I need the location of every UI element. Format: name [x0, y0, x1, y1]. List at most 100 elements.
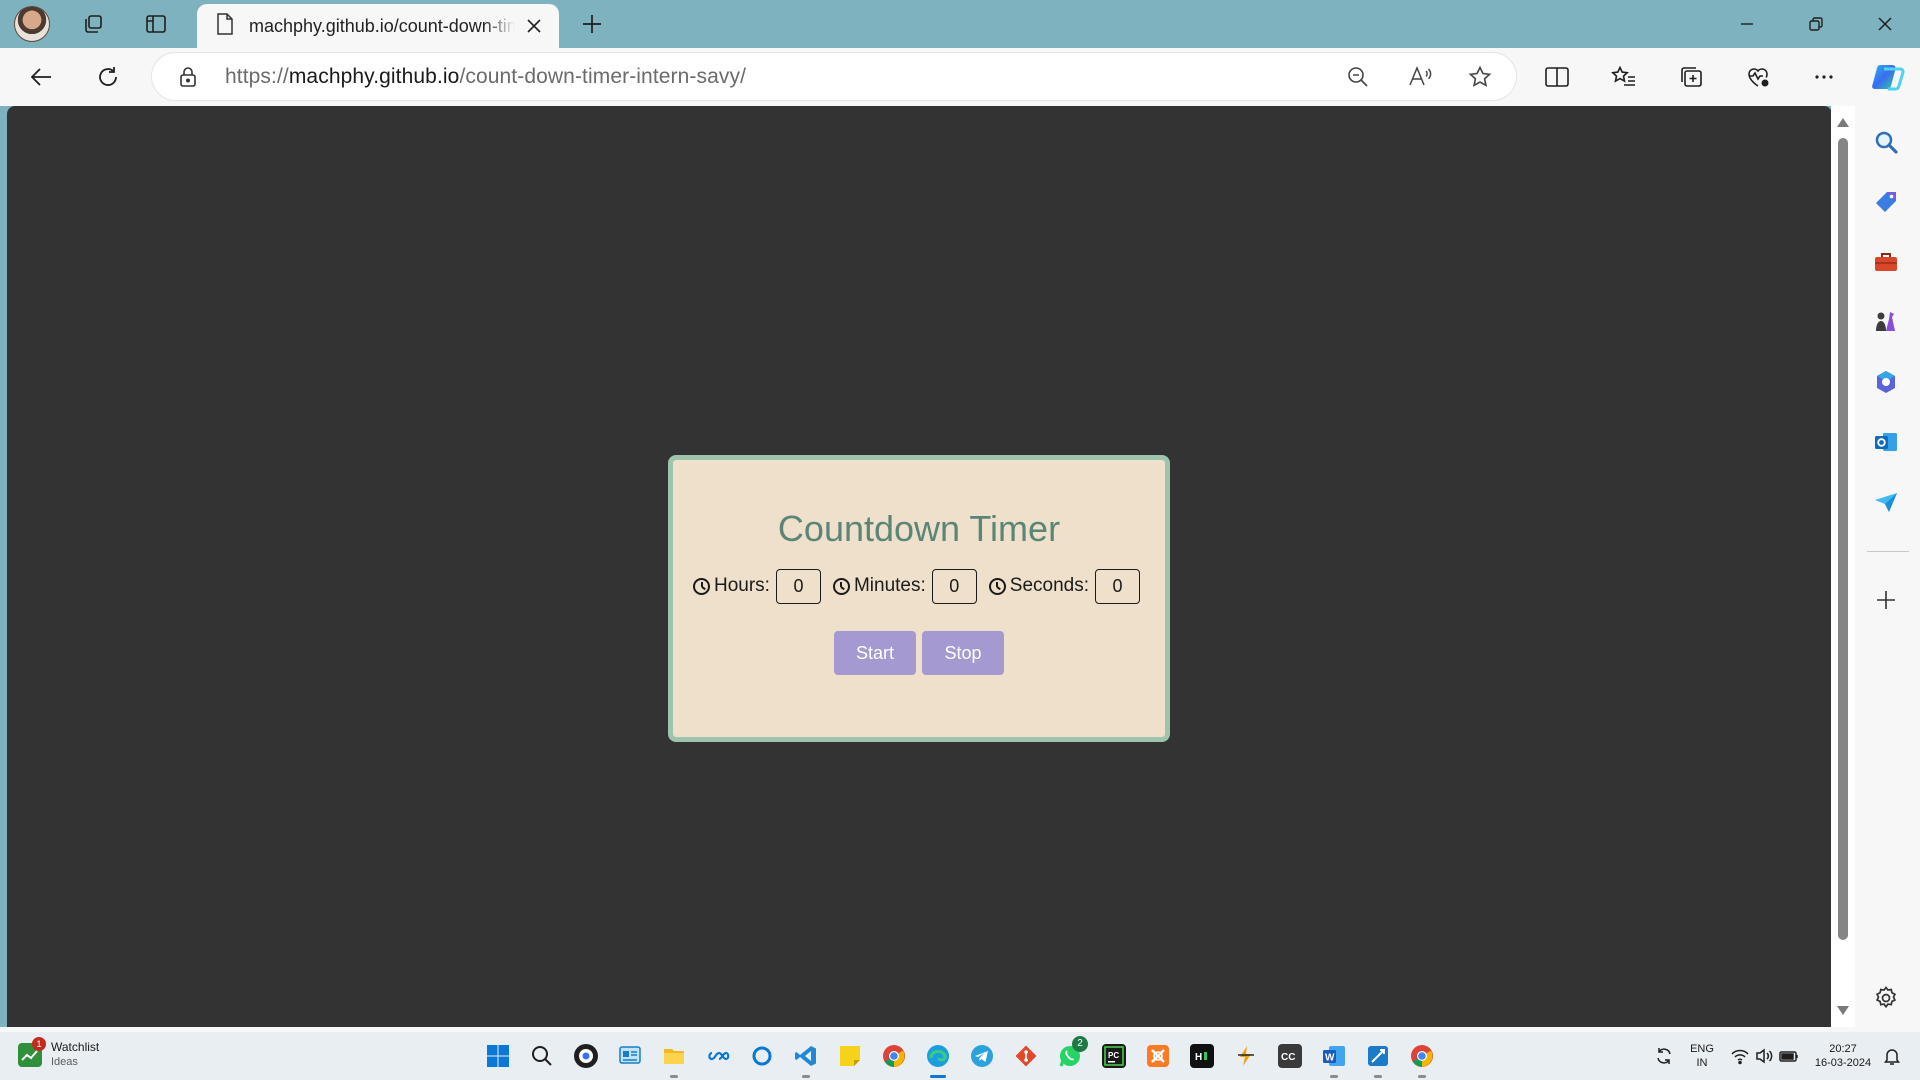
- svg-text:PC: PC: [1108, 1051, 1119, 1060]
- clock-icon: [693, 577, 710, 595]
- sidebar-divider: [1867, 551, 1909, 552]
- restore-button[interactable]: [1781, 0, 1851, 48]
- shopping-tag-icon[interactable]: [1870, 186, 1902, 218]
- running-indicator: [1330, 1075, 1338, 1078]
- page-title: Countdown Timer: [777, 508, 1061, 549]
- browser-title-bar: machphy.github.io/count-down-timer-inter…: [0, 0, 1920, 48]
- vertical-scrollbar[interactable]: [1831, 106, 1855, 1027]
- capcut-icon[interactable]: CC: [1278, 1044, 1302, 1068]
- clock[interactable]: 20:27 16-03-2024: [1808, 1042, 1878, 1070]
- hours-label: Hours:: [714, 575, 770, 596]
- timer-controls: Start Stop: [673, 631, 1165, 675]
- copilot-taskbar-icon[interactable]: [574, 1044, 598, 1068]
- timer-card: Countdown Timer Hours: Minutes: Seconds:…: [668, 455, 1170, 742]
- sidebar-settings-icon[interactable]: [1870, 982, 1902, 1014]
- lightning-app-icon[interactable]: [1234, 1044, 1258, 1068]
- minutes-input[interactable]: [931, 568, 977, 604]
- notification-bell-icon[interactable]: [1882, 1046, 1902, 1066]
- microsoft-365-icon[interactable]: [1870, 366, 1902, 398]
- file-explorer-icon[interactable]: [662, 1044, 686, 1068]
- more-options-icon[interactable]: [1806, 59, 1842, 95]
- scroll-down-arrow-icon[interactable]: [1837, 1006, 1849, 1015]
- running-indicator: [670, 1075, 678, 1078]
- search-icon[interactable]: [1870, 126, 1902, 158]
- active-app-indicator: [930, 1075, 946, 1078]
- whatsapp-icon[interactable]: 2: [1058, 1036, 1088, 1068]
- edge-icon[interactable]: [926, 1044, 950, 1068]
- seconds-label: Seconds:: [1009, 575, 1090, 596]
- pycharm-icon[interactable]: PC: [1102, 1044, 1126, 1068]
- svg-text:CC: CC: [1281, 1052, 1295, 1063]
- cortana-ring-icon[interactable]: [750, 1044, 774, 1068]
- chrome-icon[interactable]: [882, 1044, 906, 1068]
- seconds-input[interactable]: [1095, 568, 1141, 604]
- games-chess-icon[interactable]: [1870, 306, 1902, 338]
- time-fields: Hours: Minutes: Seconds:: [693, 568, 1152, 604]
- copilot-icon[interactable]: [1868, 57, 1908, 97]
- clock-icon: [832, 577, 850, 595]
- split-screen-icon[interactable]: [1539, 59, 1575, 95]
- zoom-out-icon[interactable]: [1342, 61, 1374, 93]
- scrollbar-thumb[interactable]: [1838, 138, 1848, 940]
- snipping-tool-icon[interactable]: [1366, 1044, 1390, 1068]
- back-button[interactable]: [24, 59, 60, 95]
- close-window-button[interactable]: [1850, 0, 1920, 48]
- url-path: /count-down-timer-intern-savy/: [459, 65, 747, 88]
- url-text[interactable]: https://machphy.github.io/count-down-tim…: [225, 65, 746, 89]
- widget-title: Watchlist: [51, 1040, 100, 1054]
- clock-time: 20:27: [1829, 1043, 1857, 1055]
- start-button[interactable]: Start: [834, 631, 916, 675]
- language-indicator[interactable]: ENG IN: [1690, 1042, 1714, 1070]
- language-code: ENG: [1690, 1043, 1714, 1055]
- refresh-button[interactable]: [90, 59, 126, 95]
- tools-briefcase-icon[interactable]: [1870, 246, 1902, 278]
- page-icon: [215, 12, 235, 40]
- task-view-icon[interactable]: [618, 1044, 642, 1068]
- active-tab[interactable]: machphy.github.io/count-down-timer-inter…: [197, 4, 559, 48]
- battery-icon[interactable]: [1778, 1046, 1800, 1066]
- word-icon[interactable]: W: [1322, 1044, 1346, 1068]
- drop-send-icon[interactable]: [1870, 486, 1902, 518]
- vertical-tabs-icon[interactable]: [138, 6, 174, 42]
- git-icon[interactable]: [1014, 1044, 1038, 1068]
- taskbar-search-icon[interactable]: [530, 1044, 554, 1068]
- svg-text:W: W: [1325, 1053, 1335, 1064]
- running-indicator: [1418, 1075, 1426, 1078]
- scroll-up-arrow-icon[interactable]: [1837, 118, 1849, 127]
- windows-start-icon[interactable]: [486, 1044, 510, 1068]
- favorite-star-icon[interactable]: [1464, 61, 1496, 93]
- wifi-icon[interactable]: [1730, 1046, 1750, 1066]
- widget-subtitle: Ideas: [51, 1056, 78, 1068]
- lock-icon[interactable]: [178, 65, 198, 94]
- workspaces-icon[interactable]: [75, 6, 111, 42]
- minimize-button[interactable]: [1712, 0, 1782, 48]
- hackerrank-icon[interactable]: H: [1190, 1044, 1214, 1068]
- whatsapp-badge: 2: [1072, 1036, 1088, 1052]
- meta-infinity-icon[interactable]: [706, 1044, 730, 1068]
- volume-icon[interactable]: [1754, 1046, 1774, 1066]
- browser-essentials-icon[interactable]: [1740, 59, 1776, 95]
- minutes-label: Minutes:: [853, 575, 926, 596]
- profile-avatar[interactable]: [14, 6, 50, 42]
- telegram-icon[interactable]: [970, 1044, 994, 1068]
- address-bar[interactable]: https://machphy.github.io/count-down-tim…: [152, 53, 1516, 100]
- collections-icon[interactable]: [1673, 59, 1709, 95]
- add-sidebar-app-icon[interactable]: [1870, 584, 1902, 616]
- hours-input[interactable]: [775, 568, 821, 604]
- widgets-button[interactable]: 1 Watchlist Ideas: [18, 1037, 100, 1070]
- xampp-icon[interactable]: [1146, 1044, 1170, 1068]
- svg-text:H: H: [1195, 1052, 1202, 1063]
- clock-date: 16-03-2024: [1814, 1057, 1872, 1069]
- read-aloud-icon[interactable]: [1404, 61, 1436, 93]
- close-tab-icon[interactable]: [523, 15, 545, 37]
- sticky-notes-icon[interactable]: [838, 1044, 862, 1068]
- stop-button[interactable]: Stop: [922, 631, 1004, 675]
- sync-icon[interactable]: [1654, 1046, 1674, 1066]
- outlook-icon[interactable]: [1870, 426, 1902, 458]
- browser-toolbar: https://machphy.github.io/count-down-tim…: [0, 48, 1920, 106]
- favorites-icon[interactable]: [1606, 59, 1642, 95]
- url-host: machphy.github.io: [288, 65, 460, 88]
- vscode-icon[interactable]: [794, 1044, 818, 1068]
- new-tab-button[interactable]: [574, 6, 610, 42]
- chrome-profile-icon[interactable]: [1410, 1044, 1434, 1068]
